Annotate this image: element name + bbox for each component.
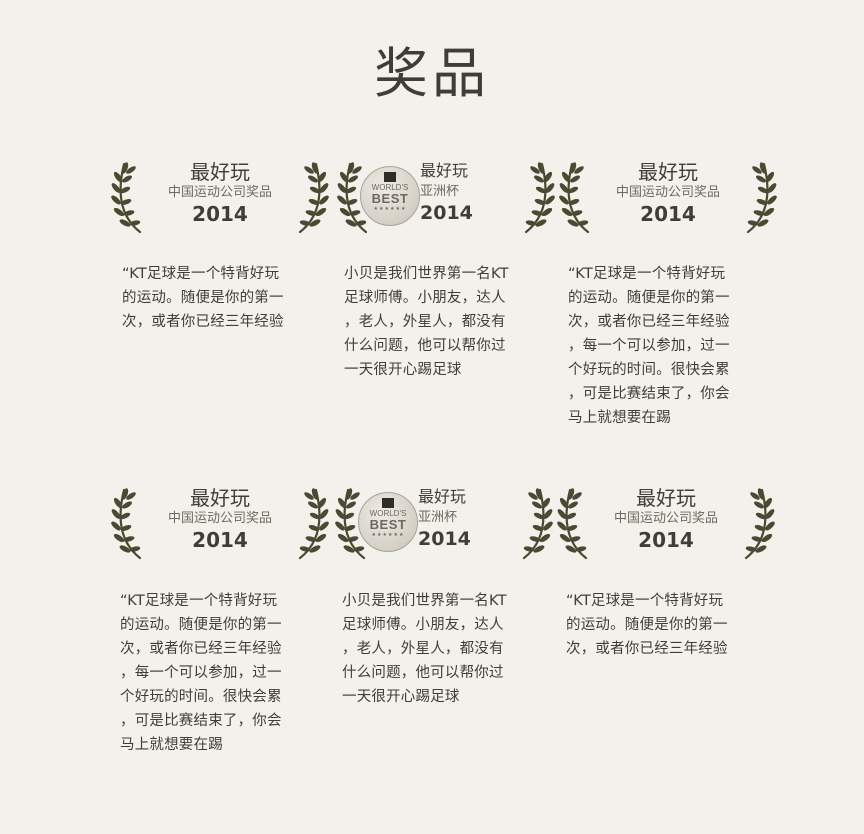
description-line: 足球师傅。小朋友，达人	[344, 290, 506, 306]
award-year: 2014	[638, 528, 694, 552]
description-line: 次，或者你已经三年经验	[120, 641, 282, 657]
description-line: 马上就想要在踢	[568, 410, 671, 426]
description-line: 次，或者你已经三年经验	[122, 314, 284, 330]
award-badge: 最好玩 中国运动公司奖品 2014	[558, 158, 778, 238]
description-line: 马上就想要在踢	[120, 737, 223, 753]
medal-logo-mark	[384, 172, 396, 182]
medal-stars: ★★★★★★	[371, 532, 405, 538]
award-text: 最好玩亚洲杯 2014	[420, 160, 522, 224]
description-line: 个好玩的时间。很快会累	[120, 689, 282, 705]
medal-text-line2: BEST	[369, 517, 407, 532]
description-line: ，老人，外星人，都没有	[344, 314, 506, 330]
laurel-wreath-icon	[292, 158, 330, 234]
award-description: “KT足球是一个特背好玩 的运动。随便是你的第一 次，或者你已经三年经验	[566, 589, 750, 661]
award-year: 2014	[418, 528, 471, 550]
award-year: 2014	[192, 528, 248, 552]
award-description: “KT足球是一个特背好玩 的运动。随便是你的第一 次，或者你已经三年经验	[122, 262, 306, 334]
laurel-wreath-icon	[518, 158, 556, 234]
award-text: 最好玩 中国运动公司奖品 2014	[148, 486, 292, 552]
laurel-wreath-icon	[516, 484, 554, 560]
award-badge: WORLD'S BEST ★★★★★★ 最好玩亚洲杯 2014	[334, 484, 554, 564]
laurel-wreath-icon	[292, 484, 330, 560]
award-text: 最好玩 中国运动公司奖品 2014	[594, 486, 738, 552]
laurel-wreath-icon	[738, 484, 776, 560]
page-title: 奖品	[374, 42, 490, 105]
award-subtitle: 中国运动公司奖品	[167, 185, 272, 200]
award-year: 2014	[192, 202, 248, 226]
award-year: 2014	[640, 202, 696, 226]
award-description: “KT足球是一个特背好玩 的运动。随便是你的第一 次，或者你已经三年经验 ，每一个可以…	[568, 262, 752, 430]
description-line: 小贝是我们世界第一名KT	[342, 593, 507, 609]
award-description: 小贝是我们世界第一名KT 足球师傅。小朋友，达人 ，老人，外星人，都没有 什么问题，他…	[344, 262, 528, 382]
award-title: 最好玩	[190, 160, 250, 184]
description-line: 个好玩的时间。很快会累	[568, 362, 730, 378]
worlds-best-medal-icon: WORLD'S BEST ★★★★★★	[358, 492, 418, 552]
description-line: 什么问题，他可以帮你过	[344, 338, 506, 354]
description-line: 一天很开心踢足球	[342, 689, 460, 705]
laurel-wreath-icon	[110, 158, 148, 234]
award-subtitle: 中国运动公司奖品	[615, 185, 720, 200]
description-line: “KT足球是一个特背好玩	[566, 593, 724, 609]
award-year: 2014	[420, 202, 473, 224]
description-line: ，可是比赛结束了，你会	[568, 386, 730, 402]
description-line: “KT足球是一个特背好玩	[568, 266, 726, 282]
laurel-wreath-icon	[740, 158, 778, 234]
description-line: 的运动。随便是你的第一	[122, 290, 284, 306]
description-line: “KT足球是一个特背好玩	[122, 266, 280, 282]
description-line: 的运动。随便是你的第一	[568, 290, 730, 306]
description-line: 的运动。随便是你的第一	[566, 617, 728, 633]
award-title: 最好玩	[420, 161, 469, 180]
laurel-wreath-icon	[110, 484, 148, 560]
award-text: 最好玩亚洲杯 2014	[418, 486, 520, 550]
medal-stars: ★★★★★★	[373, 206, 407, 212]
description-line: 的运动。随便是你的第一	[120, 617, 282, 633]
description-line: ，可是比赛结束了，你会	[120, 713, 282, 729]
description-line: ，每一个可以参加，过一	[568, 338, 730, 354]
description-line: 足球师傅。小朋友，达人	[342, 617, 504, 633]
award-badge: 最好玩 中国运动公司奖品 2014	[110, 484, 330, 564]
description-line: 小贝是我们世界第一名KT	[344, 266, 509, 282]
award-text: 最好玩 中国运动公司奖品 2014	[596, 160, 740, 226]
description-line: ，老人，外星人，都没有	[342, 641, 504, 657]
award-subtitle: 亚洲杯	[418, 510, 458, 525]
worlds-best-medal-icon: WORLD'S BEST ★★★★★★	[360, 166, 420, 226]
laurel-wreath-icon	[558, 158, 596, 234]
award-subtitle: 亚洲杯	[420, 184, 460, 199]
award-text: 最好玩 中国运动公司奖品 2014	[148, 160, 292, 226]
award-badge: 最好玩 中国运动公司奖品 2014	[110, 158, 330, 238]
description-line: 一天很开心踢足球	[344, 362, 462, 378]
medal-text-line2: BEST	[371, 191, 409, 206]
award-description: 小贝是我们世界第一名KT 足球师傅。小朋友，达人 ，老人，外星人，都没有 什么问题，他…	[342, 589, 526, 709]
description-line: ，每一个可以参加，过一	[120, 665, 282, 681]
award-badge: WORLD'S BEST ★★★★★★ 最好玩亚洲杯 2014	[336, 158, 556, 238]
laurel-wreath-icon	[556, 484, 594, 560]
description-line: “KT足球是一个特背好玩	[120, 593, 278, 609]
award-title: 最好玩	[636, 486, 696, 510]
award-title: 最好玩	[190, 486, 250, 510]
award-description: “KT足球是一个特背好玩 的运动。随便是你的第一 次，或者你已经三年经验 ，每一个可以…	[120, 589, 304, 757]
award-subtitle: 中国运动公司奖品	[613, 511, 718, 526]
description-line: 次，或者你已经三年经验	[566, 641, 728, 657]
award-title: 最好玩	[418, 487, 467, 506]
award-title: 最好玩	[638, 160, 698, 184]
description-line: 次，或者你已经三年经验	[568, 314, 730, 330]
award-subtitle: 中国运动公司奖品	[167, 511, 272, 526]
description-line: 什么问题，他可以帮你过	[342, 665, 504, 681]
award-badge: 最好玩 中国运动公司奖品 2014	[556, 484, 776, 564]
medal-logo-mark	[382, 498, 394, 508]
